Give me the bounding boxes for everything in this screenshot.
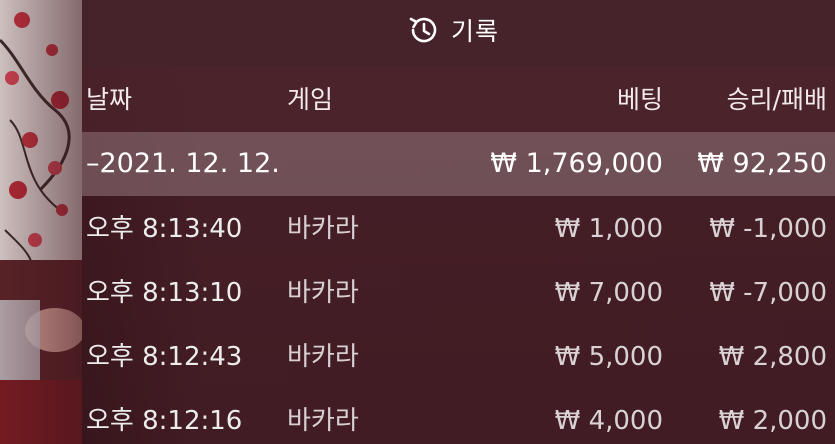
history-icon	[407, 13, 441, 47]
row-game: 바카라	[287, 214, 359, 244]
table-header: 날짜 게임 베팅 승리/패배	[82, 66, 835, 132]
row-bet: ₩ 4,000	[554, 406, 663, 436]
title-group: 기록	[407, 10, 499, 50]
table-row[interactable]: 오후 8:13:40 바카라 ₩ 1,000 ₩ -1,000	[82, 196, 835, 260]
title-bar: 기록	[82, 0, 835, 66]
table-row[interactable]: 오후 8:12:43 바카라 ₩ 5,000 ₩ 2,800	[82, 324, 835, 388]
column-header-date: 날짜	[86, 85, 133, 114]
row-game: 바카라	[287, 342, 359, 372]
row-time: 오후 8:12:16	[86, 406, 243, 436]
summary-date: –2021. 12. 12.	[86, 148, 280, 179]
column-header-result: 승리/패배	[726, 85, 827, 114]
table-row[interactable]: 오후 8:12:16 바카라 ₩ 4,000 ₩ 2,000	[82, 388, 835, 444]
row-result: ₩ -1,000	[709, 214, 827, 244]
row-result: ₩ 2,000	[718, 406, 827, 436]
history-screen: 기록 날짜 게임 베팅 승리/패배 –2021. 12. 12. ₩ 1,769…	[0, 0, 835, 444]
row-result: ₩ -7,000	[709, 278, 827, 308]
table-row[interactable]: 오후 8:13:10 바카라 ₩ 7,000 ₩ -7,000	[82, 260, 835, 324]
row-result: ₩ 2,800	[718, 342, 827, 372]
column-header-game: 게임	[287, 85, 334, 114]
row-bet: ₩ 5,000	[554, 342, 663, 372]
row-bet: ₩ 7,000	[554, 278, 663, 308]
history-panel: 기록 날짜 게임 베팅 승리/패배 –2021. 12. 12. ₩ 1,769…	[0, 0, 835, 444]
row-game: 바카라	[287, 406, 359, 436]
row-game: 바카라	[287, 278, 359, 308]
summary-bet-total: ₩ 1,769,000	[490, 148, 663, 179]
page-title: 기록	[451, 17, 500, 46]
row-time: 오후 8:13:10	[86, 278, 243, 308]
column-header-bet: 베팅	[616, 85, 663, 114]
row-time: 오후 8:12:43	[86, 342, 243, 372]
summary-result-total: ₩ 92,250	[697, 148, 827, 179]
row-time: 오후 8:13:40	[86, 214, 243, 244]
date-summary-row[interactable]: –2021. 12. 12. ₩ 1,769,000 ₩ 92,250	[82, 132, 835, 196]
row-bet: ₩ 1,000	[554, 214, 663, 244]
